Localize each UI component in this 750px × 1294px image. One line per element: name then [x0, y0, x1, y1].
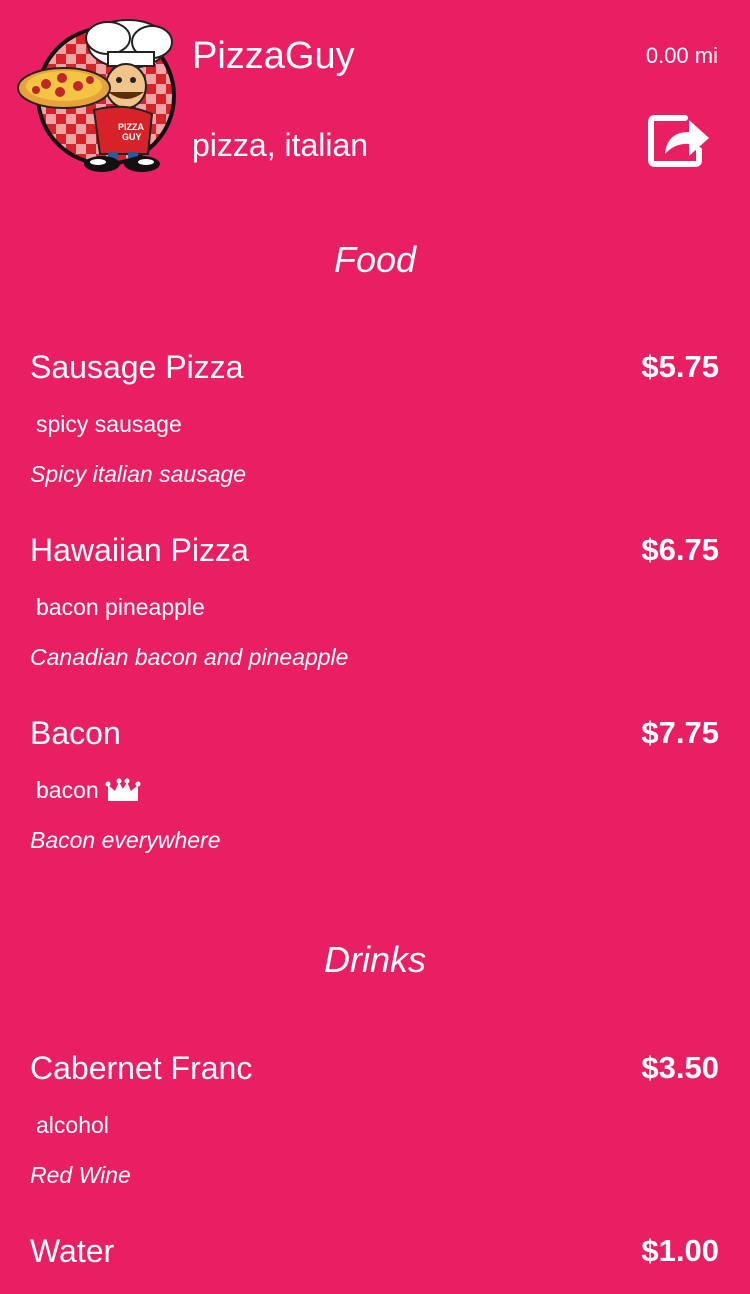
item-tags: bacon — [36, 775, 141, 805]
svg-text:PIZZA: PIZZA — [118, 122, 144, 132]
item-name: Bacon — [30, 715, 121, 751]
item-tags-text: spicy sausage — [36, 411, 182, 437]
item-price: $6.75 — [641, 532, 719, 567]
item-tags-text: bacon pineapple — [36, 594, 205, 620]
item-name: Water — [30, 1233, 115, 1269]
menu-item-cabernet-franc[interactable]: Cabernet Franc $3.50 alcohol Red Wine — [0, 1048, 750, 1218]
item-tags: alcohol — [36, 1110, 109, 1140]
section-title-drinks: Drinks — [323, 939, 426, 980]
item-name: Hawaiian Pizza — [30, 532, 249, 568]
menu-item-bacon[interactable]: Bacon $7.75 bacon Bacon everywhere — [0, 713, 750, 883]
item-tags: bacon pineapple — [36, 592, 205, 622]
vendor-logo: PIZZA GUY — [17, 19, 176, 172]
item-price: $3.50 — [641, 1050, 719, 1085]
item-price: $5.75 — [641, 349, 719, 384]
menu-item-sausage-pizza[interactable]: Sausage Pizza $5.75 spicy sausage Spicy … — [0, 347, 750, 517]
item-tags-text: alcohol — [36, 1112, 109, 1138]
svg-text:GUY: GUY — [122, 132, 142, 142]
vendor-menu-page: PIZZA GUY PizzaGuy pizza, italian 0.00 m… — [0, 0, 750, 1294]
vendor-header: PIZZA GUY PizzaGuy pizza, italian 0.00 m… — [0, 0, 750, 195]
share-icon[interactable] — [645, 110, 715, 172]
item-description: Canadian bacon and pineapple — [30, 644, 349, 670]
item-description: Bacon everywhere — [30, 827, 221, 853]
vendor-distance: 0.00 mi — [645, 43, 718, 68]
item-name: Sausage Pizza — [30, 349, 244, 385]
section-title-food: Food — [333, 239, 417, 280]
item-name: Cabernet Franc — [30, 1050, 253, 1086]
menu-item-water[interactable]: Water $1.00 — [0, 1231, 750, 1294]
vendor-tags: pizza, italian — [192, 127, 369, 163]
item-description: Spicy italian sausage — [30, 461, 247, 487]
vendor-name: PizzaGuy — [192, 35, 355, 77]
item-price: $7.75 — [641, 715, 719, 750]
item-price: $1.00 — [641, 1233, 719, 1268]
item-description: Red Wine — [30, 1162, 131, 1188]
item-tags: spicy sausage — [36, 409, 182, 439]
menu-item-hawaiian-pizza[interactable]: Hawaiian Pizza $6.75 bacon pineapple Can… — [0, 530, 750, 700]
item-tags-text: bacon — [36, 777, 99, 803]
crown-icon — [105, 778, 141, 801]
